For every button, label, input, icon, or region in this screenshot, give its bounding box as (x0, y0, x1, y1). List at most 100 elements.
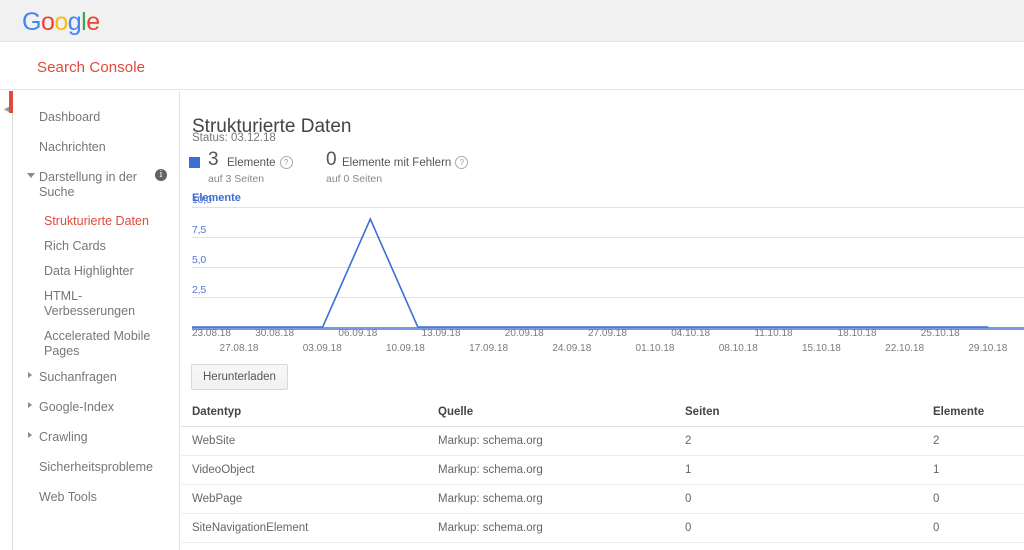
series-color-swatch (189, 157, 200, 168)
sidebar-item-darstellung-in-der-suche[interactable]: Darstellung in der Suche i (14, 164, 179, 206)
errors-subtext: auf 0 Seiten (326, 173, 383, 185)
table-cell: WebPage (192, 493, 243, 505)
sidebar-item-suchanfragen[interactable]: Suchanfragen (14, 364, 179, 391)
sidebar-item-label: Nachrichten (39, 140, 106, 154)
table-row[interactable]: SiteNavigationElement Markup: schema.org 0… (181, 514, 1024, 543)
top-bar: Google (0, 0, 1024, 42)
table-cell: Markup: schema.org (438, 435, 543, 447)
chevron-right-icon[interactable] (28, 372, 32, 378)
errors-label: Elemente mit Fehlern? (342, 156, 469, 169)
sidebar-item-label: Suchanfragen (39, 370, 117, 384)
chevron-right-icon[interactable] (28, 432, 32, 438)
table-row[interactable]: BlogPostingMarkup: schema.org00 (181, 543, 1024, 550)
chart-x-tick-label: 25.10.18 (920, 328, 960, 339)
table-cell: SiteNavigationElement (192, 522, 309, 534)
sidebar-item-strukturierte-daten[interactable]: Strukturierte Daten (14, 209, 179, 234)
column-header-datentyp[interactable]: Datentyp (192, 406, 241, 418)
errors-count: 0 (326, 149, 337, 170)
sidebar-item-dashboard[interactable]: Dashboard (14, 104, 179, 131)
chart-x-tick-label: 08.10.18 (718, 343, 758, 354)
sidebar-item-label: Google-Index (39, 400, 115, 414)
chart-x-tick-label: 15.10.18 (801, 343, 841, 354)
chart-y-tick-label: 5,0 (192, 254, 206, 266)
chart-svg (192, 207, 1024, 330)
table-cell: Markup: schema.org (438, 522, 543, 534)
chart-plot-area: 2,5 5,0 7,5 10,0 (192, 194, 1024, 330)
items-subtext: auf 3 Seiten (208, 173, 265, 185)
elements-chart: Elemente 2,5 5,0 7,5 10,0 23.08.18 27.08.18 3… (181, 192, 1024, 354)
sidebar-item-accelerated-mobile-pages[interactable]: Accelerated Mobile Pages (14, 324, 179, 364)
product-title[interactable]: Search Console (37, 59, 145, 76)
table-cell: 2 (685, 435, 692, 447)
items-label-text: Elemente (227, 157, 276, 169)
logo-letter-2: o (54, 8, 68, 36)
table-cell: 1 (685, 464, 692, 476)
table-cell: 2 (933, 435, 940, 447)
sidebar-item-label: Sicherheitsprobleme (39, 460, 153, 474)
chevron-down-icon[interactable] (27, 173, 35, 181)
sidebar-item-label: Data Highlighter (44, 264, 134, 278)
product-title-band: Search Console (0, 43, 1024, 90)
sidebar-item-web-tools[interactable]: Web Tools (14, 484, 179, 511)
sidebar-item-sicherheitsprobleme[interactable]: Sicherheitsprobleme (14, 454, 179, 481)
logo-letter-0: G (22, 8, 41, 36)
download-button[interactable]: Herunterladen (191, 364, 288, 390)
sidebar-item-label: Accelerated Mobile Pages (44, 329, 151, 358)
table-cell: 1 (933, 464, 940, 476)
chart-x-tick-label: 13.09.18 (421, 328, 461, 339)
sidebar-item-label: HTML-Verbesserungen (44, 289, 136, 318)
chevron-right-icon[interactable] (28, 402, 32, 408)
chart-x-tick-label: 23.08.18 (192, 328, 231, 339)
table-row[interactable]: WebSite Markup: schema.org 2 2 (181, 427, 1024, 456)
help-icon-items[interactable]: ? (279, 156, 293, 169)
active-item-marker (9, 91, 13, 113)
structured-data-table: Datentyp Quelle Seiten Elemente WebSite Marku… (181, 398, 1024, 550)
sidebar-item-label: Dashboard (39, 110, 101, 124)
table-header-row: Datentyp Quelle Seiten Elemente (181, 398, 1024, 427)
table-row[interactable]: WebPage Markup: schema.org 0 0 (181, 485, 1024, 514)
logo-letter-5: e (86, 8, 100, 36)
status-text: Status: 03.12.18 (192, 132, 276, 144)
sidebar-item-label: Darstellung in der Suche (39, 170, 137, 199)
column-header-quelle[interactable]: Quelle (438, 406, 473, 418)
table-cell: 0 (685, 522, 692, 534)
table-row[interactable]: VideoObject Markup: schema.org 1 1 (181, 456, 1024, 485)
chart-x-tick-label: 03.09.18 (302, 343, 342, 354)
chart-y-tick-label: 10,0 (192, 194, 212, 206)
sidebar-item-crawling[interactable]: Crawling (14, 424, 179, 451)
chart-x-tick-label: 11.10.18 (754, 328, 793, 339)
sidebar-item-rich-cards[interactable]: Rich Cards (14, 234, 179, 259)
sidebar-item-label: Web Tools (39, 490, 97, 504)
sidebar-item-data-highlighter[interactable]: Data Highlighter (14, 259, 179, 284)
column-header-seiten[interactable]: Seiten (685, 406, 720, 418)
sidebar-item-label: Rich Cards (44, 239, 106, 253)
table-cell: Markup: schema.org (438, 464, 543, 476)
column-header-elemente[interactable]: Elemente (933, 406, 984, 418)
logo-letter-3: g (67, 8, 82, 36)
chart-x-tick-label: 27.09.18 (588, 328, 627, 339)
chart-x-tick-label: 29.10.18 (968, 343, 1008, 354)
chart-x-tick-label: 10.09.18 (385, 343, 425, 354)
table-cell: WebSite (192, 435, 236, 447)
chart-x-tick-label: 27.08.18 (219, 343, 259, 354)
google-logo[interactable]: Google (22, 9, 100, 35)
sidebar-item-label: Strukturierte Daten (44, 214, 149, 228)
sidebar-nav: Dashboard Nachrichten Darstellung in der S… (14, 91, 180, 550)
sidebar-item-label: Crawling (39, 430, 88, 444)
chart-x-axis-labels: 23.08.18 27.08.18 30.08.18 03.09.18 06.09.18… (181, 328, 1024, 362)
chart-x-tick-label: 30.08.18 (255, 328, 295, 339)
chart-x-tick-label: 17.09.18 (469, 343, 509, 354)
sidebar-item-html-verbesserungen[interactable]: HTML-Verbesserungen (14, 284, 179, 324)
errors-label-text: Elemente mit Fehlern (342, 157, 452, 169)
sidebar-rail: ◄ (0, 91, 13, 550)
main-content: Strukturierte Daten Status: 03.12.18 3 E… (181, 91, 1024, 550)
table-cell: VideoObject (192, 464, 255, 476)
info-icon[interactable]: i (155, 169, 167, 181)
chart-y-tick-label: 2,5 (192, 284, 206, 296)
sidebar-item-nachrichten[interactable]: Nachrichten (14, 134, 179, 161)
items-label: Elemente? (227, 156, 293, 169)
table-cell: 0 (933, 493, 940, 505)
table-cell: 0 (933, 522, 940, 534)
help-icon-errors[interactable]: ? (455, 156, 469, 169)
sidebar-item-google-index[interactable]: Google-Index (14, 394, 179, 421)
